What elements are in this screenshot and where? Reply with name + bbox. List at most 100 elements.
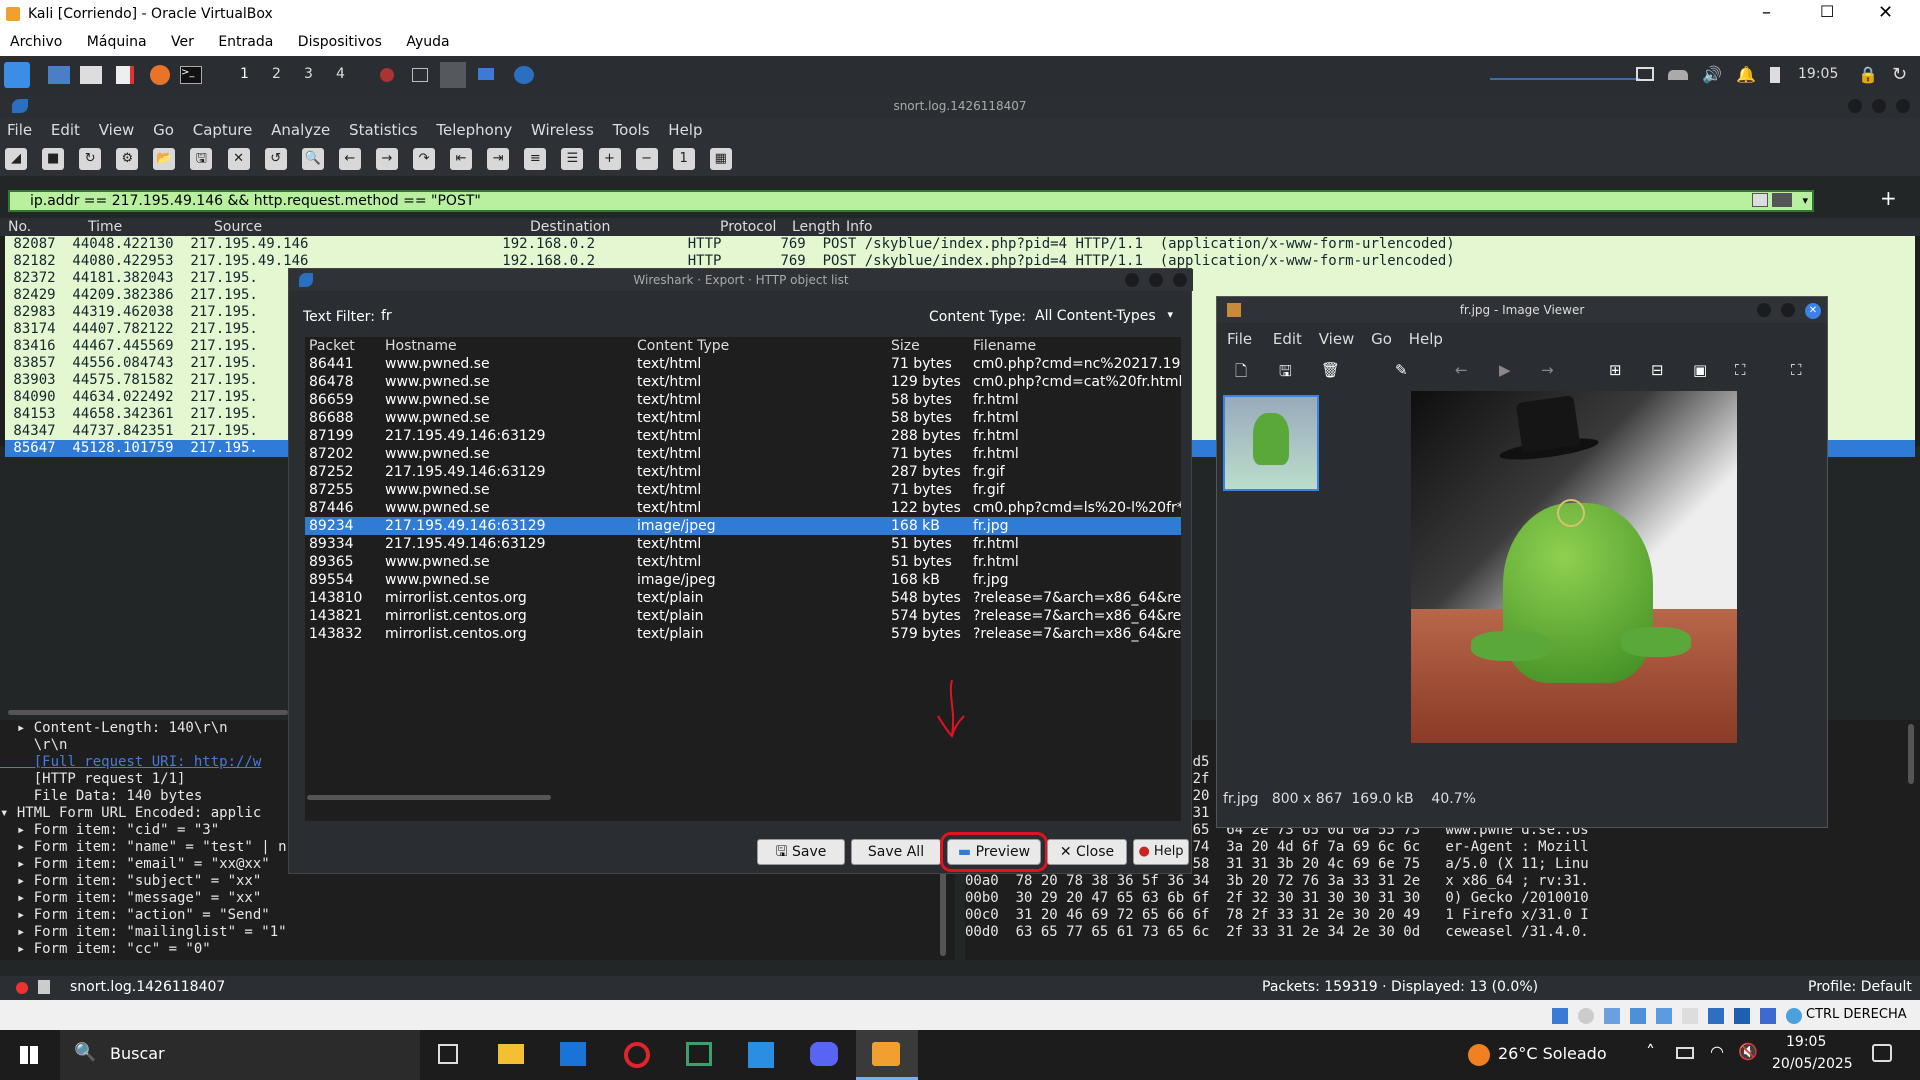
- iv-forward-icon[interactable]: →: [1541, 361, 1554, 379]
- iv-delete-icon[interactable]: 🗑: [1321, 361, 1340, 379]
- go-to-packet-icon[interactable]: ↷: [413, 148, 436, 170]
- file-explorer-icon[interactable]: [498, 1044, 524, 1064]
- http-object-row[interactable]: 89554 www.pwned.se image/jpeg 168 kB fr.jpg: [305, 571, 1181, 589]
- col-destination[interactable]: Destination: [530, 219, 610, 235]
- last-packet-icon[interactable]: ⇥: [487, 148, 510, 170]
- iv-menu-help[interactable]: Help: [1403, 327, 1449, 351]
- virtualbox-taskbar-button[interactable]: [856, 1030, 918, 1080]
- taskbar-weather[interactable]: 26°C Soleado: [1498, 1044, 1607, 1063]
- autoscroll-icon[interactable]: ≡: [524, 148, 547, 170]
- detail-line[interactable]: ▸ Form item: "action" = "Send": [0, 907, 955, 924]
- edit-comment-icon[interactable]: [38, 980, 50, 994]
- col-source[interactable]: Source: [214, 219, 262, 235]
- vbox-cpu-icon[interactable]: [1760, 1008, 1776, 1024]
- vscode-icon[interactable]: [748, 1042, 774, 1068]
- open-file-icon[interactable]: 📂: [153, 148, 176, 170]
- th-size[interactable]: Size: [887, 337, 969, 355]
- taskbar-search-box[interactable]: 🔍 Buscar: [60, 1030, 420, 1080]
- http-object-row[interactable]: 87252 217.195.49.146:63129 text/html 287 by…: [305, 463, 1181, 481]
- window-terminal-icon[interactable]: [412, 68, 428, 82]
- dlg-maximize-icon[interactable]: [1149, 273, 1163, 287]
- help-button[interactable]: ● Help: [1133, 839, 1189, 865]
- http-object-row[interactable]: 86688 www.pwned.se text/html 58 bytes fr.htm…: [305, 409, 1181, 427]
- ws-menu-capture[interactable]: Capture: [186, 118, 260, 142]
- ws-menu-edit[interactable]: Edit: [44, 118, 87, 142]
- http-object-row[interactable]: 86659 www.pwned.se text/html 58 bytes fr.htm…: [305, 391, 1181, 409]
- ws-menu-tools[interactable]: Tools: [606, 118, 657, 142]
- volume-icon[interactable]: 🔊: [1702, 65, 1722, 84]
- tray-chevron-up-icon[interactable]: ˄: [1646, 1042, 1655, 1063]
- terminal-icon[interactable]: >_: [180, 66, 202, 84]
- vbox-audio-icon[interactable]: [1604, 1008, 1620, 1024]
- http-object-row[interactable]: 86478 www.pwned.se text/html 129 bytes cm0.p…: [305, 373, 1181, 391]
- ws-menu-file[interactable]: File: [0, 118, 39, 142]
- zoom-in-icon[interactable]: +: [598, 148, 621, 170]
- close-icon[interactable]: ✕: [1878, 2, 1893, 23]
- iv-save-icon[interactable]: 🖫: [1279, 361, 1292, 386]
- iv-menu-file[interactable]: File: [1217, 327, 1262, 351]
- detail-line[interactable]: ▸ Form item: "subject" = "xx": [0, 873, 955, 890]
- http-object-row[interactable]: 143832 mirrorlist.centos.org text/plain 579…: [305, 625, 1181, 643]
- th-hostname[interactable]: Hostname: [381, 337, 633, 355]
- capture-options-icon[interactable]: ⚙: [116, 148, 139, 170]
- save-all-button[interactable]: Save All: [851, 839, 941, 865]
- tray-volume-muted-icon[interactable]: 🔇: [1738, 1042, 1758, 1061]
- ws-menu-wireless[interactable]: Wireless: [524, 118, 601, 142]
- http-object-row[interactable]: 87446 www.pwned.se text/html 122 bytes cm0.p…: [305, 499, 1181, 517]
- dlg-close-icon[interactable]: [1173, 273, 1187, 287]
- http-object-row[interactable]: 143821 mirrorlist.centos.org text/plain 574…: [305, 607, 1181, 625]
- window-firefox-icon[interactable]: [380, 68, 394, 82]
- ws-menu-view[interactable]: View: [92, 118, 142, 142]
- normal-size-icon[interactable]: 1: [672, 148, 695, 170]
- window-active-icon[interactable]: [440, 62, 466, 88]
- http-object-row[interactable]: 86441 www.pwned.se text/html 71 bytes cm0.ph…: [305, 355, 1181, 373]
- detail-line[interactable]: ▸ Form item: "mailinglist" = "1": [0, 924, 955, 941]
- http-object-row[interactable]: 143810 mirrorlist.centos.org text/plain 548…: [305, 589, 1181, 607]
- ws-close-icon[interactable]: [1896, 99, 1910, 113]
- th-packet[interactable]: Packet: [305, 337, 381, 355]
- firefox-icon[interactable]: [150, 65, 170, 85]
- minimize-icon[interactable]: –: [1762, 2, 1771, 23]
- iv-zoom-out-icon[interactable]: ⊟: [1651, 361, 1664, 379]
- taskbar-date[interactable]: 20/05/2025: [1772, 1056, 1853, 1072]
- vbox-menu-dispositivos[interactable]: Dispositivos: [288, 30, 392, 54]
- http-object-row[interactable]: 87199 217.195.49.146:63129 text/html 288 by…: [305, 427, 1181, 445]
- go-back-icon[interactable]: ←: [338, 148, 361, 170]
- col-protocol[interactable]: Protocol: [720, 219, 776, 235]
- iv-fullscreen-icon[interactable]: ⛶: [1791, 361, 1802, 379]
- go-forward-icon[interactable]: →: [375, 148, 398, 170]
- vbox-menu-entrada[interactable]: Entrada: [208, 30, 283, 54]
- resize-columns-icon[interactable]: ▦: [709, 148, 732, 170]
- http-object-row[interactable]: 87255 www.pwned.se text/html 71 bytes fr.gif: [305, 481, 1181, 499]
- iv-zoom-100-icon[interactable]: ▣: [1693, 361, 1707, 379]
- hex-line[interactable]: 00c0 31 20 46 69 72 65 66 6f 78 2f 33 31…: [965, 907, 1920, 924]
- http-object-row[interactable]: 89334 217.195.49.146:63129 text/html 51 byt…: [305, 535, 1181, 553]
- packet-list-scrollbar[interactable]: [8, 710, 288, 715]
- window-files-icon[interactable]: [478, 68, 494, 80]
- discord-icon[interactable]: [810, 1042, 838, 1066]
- detail-line[interactable]: ▸ Form item: "message" = "xx": [0, 890, 955, 907]
- vbox-menu-ver[interactable]: Ver: [161, 30, 204, 54]
- iv-close-icon[interactable]: ✕: [1805, 303, 1821, 319]
- find-packet-icon[interactable]: 🔍: [301, 148, 324, 170]
- http-object-hscrollbar[interactable]: [307, 795, 551, 800]
- display-icon[interactable]: [1636, 67, 1654, 81]
- notification-center-icon[interactable]: [1872, 1044, 1892, 1062]
- preview-button[interactable]: ▬ Preview: [940, 832, 1048, 872]
- kali-menu-icon[interactable]: [4, 62, 30, 88]
- workspace-4[interactable]: 4: [336, 66, 345, 82]
- windows-start-icon[interactable]: [20, 1046, 38, 1064]
- bytes-scrollbar[interactable]: [1908, 724, 1914, 784]
- save-file-icon[interactable]: 🖫: [190, 148, 213, 170]
- power-icon[interactable]: ↻: [1892, 64, 1907, 85]
- hex-line[interactable]: 00b0 30 29 20 47 65 63 6b 6f 2f 32 30 31…: [965, 890, 1920, 907]
- th-content-type[interactable]: Content Type: [633, 337, 887, 355]
- panel-clock[interactable]: 19:05: [1798, 66, 1838, 82]
- close-file-icon[interactable]: ✕: [227, 148, 250, 170]
- detail-line[interactable]: ▸ Form item: "cc" = "0": [0, 941, 955, 958]
- vbox-recording-icon[interactable]: [1734, 1008, 1750, 1024]
- workspace-3[interactable]: 3: [304, 66, 313, 82]
- ws-menu-help[interactable]: Help: [661, 118, 709, 142]
- iv-menu-go[interactable]: Go: [1365, 327, 1398, 351]
- col-no[interactable]: No.: [8, 219, 31, 235]
